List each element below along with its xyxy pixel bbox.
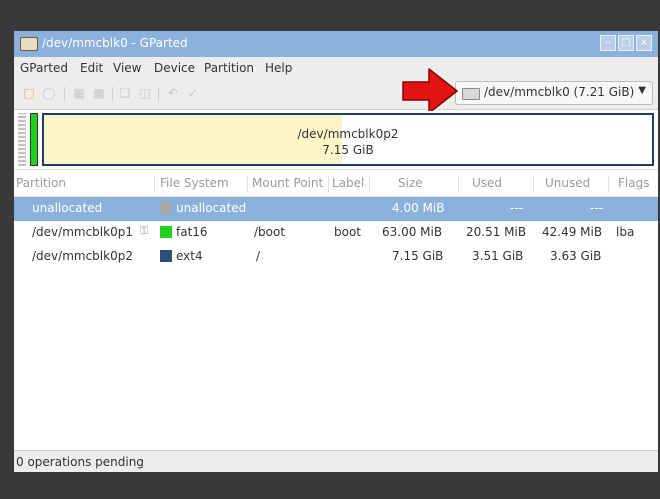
status-bar: 0 operations pending (14, 450, 658, 472)
resize-icon[interactable]: ▩ (92, 86, 106, 100)
cell-label: boot (334, 225, 362, 239)
column-header-mount-point[interactable]: Mount Point (252, 176, 323, 190)
red-arrow-annotation (402, 68, 458, 114)
column-header-partition[interactable]: Partition (16, 176, 66, 190)
toolbar-separator (112, 87, 113, 101)
menu-bar: GParted Edit View Device Partition Help (14, 57, 658, 79)
maximize-button[interactable]: □ (618, 35, 634, 51)
cell-mount-point: /boot (254, 225, 286, 239)
column-header-flags[interactable]: Flags (618, 176, 649, 190)
toolbar-separator (64, 87, 65, 101)
cell-flags: lba (616, 225, 635, 239)
apply-icon[interactable]: ✓ (186, 86, 200, 100)
window-title: /dev/mmcblk0 - GParted (42, 36, 188, 50)
column-header-file-system[interactable]: File System (160, 176, 229, 190)
menu-partition[interactable]: Partition (204, 61, 254, 75)
cell-unused: --- (590, 201, 603, 215)
disk-map-unallocated[interactable] (18, 113, 26, 166)
app-icon (20, 37, 38, 51)
table-row[interactable]: unallocated unallocated 4.00 MiB --- --- (14, 197, 658, 221)
menu-help[interactable]: Help (265, 61, 292, 75)
device-selector[interactable]: /dev/mmcblk0 (7.21 GiB) ▼ (455, 81, 653, 105)
toolbar-separator (158, 87, 159, 101)
column-separator (328, 176, 329, 192)
menu-edit[interactable]: Edit (80, 61, 103, 75)
device-selector-label: /dev/mmcblk0 (7.21 GiB) (484, 85, 635, 99)
column-separator (533, 176, 534, 192)
column-separator (369, 176, 370, 192)
cell-file-system: unallocated (176, 201, 247, 215)
title-bar[interactable]: /dev/mmcblk0 - GParted – □ × (14, 31, 658, 57)
column-separator (458, 176, 459, 192)
disk-map-partition-name: /dev/mmcblk0p2 (297, 127, 399, 141)
column-header-label[interactable]: Label (332, 176, 364, 190)
disk-map-partition-p2[interactable]: /dev/mmcblk0p2 7.15 GiB (42, 113, 654, 166)
column-header-size[interactable]: Size (398, 176, 423, 190)
gparted-window: /dev/mmcblk0 - GParted – □ × GParted Edi… (14, 31, 658, 472)
menu-gparted[interactable]: GParted (20, 61, 68, 75)
cell-size: 4.00 MiB (392, 201, 445, 215)
column-header-unused[interactable]: Unused (545, 176, 590, 190)
cell-used: --- (510, 201, 523, 215)
undo-icon[interactable]: ↶ (166, 86, 180, 100)
cell-unused: 3.63 GiB (550, 249, 602, 263)
disk-map-partition-size: 7.15 GiB (322, 143, 374, 157)
menu-view[interactable]: View (113, 61, 141, 75)
paste-icon[interactable]: ◫ (138, 86, 152, 100)
table-row[interactable]: /dev/mmcblk0p1 ⚿ fat16 /boot boot 63.00 … (14, 221, 658, 245)
disk-map-partition-p1[interactable] (30, 113, 38, 166)
cell-used: 3.51 GiB (472, 249, 524, 263)
disk-map: /dev/mmcblk0p2 7.15 GiB (14, 111, 658, 170)
close-button[interactable]: × (636, 35, 652, 51)
filesystem-color-swatch (160, 250, 172, 262)
filesystem-color-swatch (160, 226, 172, 238)
cell-partition: unallocated (32, 201, 103, 215)
minimize-button[interactable]: – (600, 35, 616, 51)
cell-file-system: ext4 (176, 249, 203, 263)
cell-file-system: fat16 (176, 225, 208, 239)
cell-unused: 42.49 MiB (542, 225, 603, 239)
cell-partition: /dev/mmcblk0p1 (32, 225, 133, 239)
cell-size: 7.15 GiB (392, 249, 444, 263)
delete-icon[interactable]: ▦ (72, 86, 86, 100)
column-header-used[interactable]: Used (472, 176, 502, 190)
key-icon: ⚿ (140, 224, 149, 237)
disk-icon (462, 88, 480, 100)
refresh-icon[interactable]: ◯ (42, 86, 56, 100)
column-separator (154, 176, 155, 192)
cell-used: 20.51 MiB (466, 225, 527, 239)
column-separator (247, 176, 248, 192)
status-text: 0 operations pending (16, 455, 144, 469)
table-row[interactable]: /dev/mmcblk0p2 ext4 / 7.15 GiB 3.51 GiB … (14, 245, 658, 269)
partition-table-header: Partition File System Mount Point Label … (14, 172, 658, 197)
chevron-down-icon: ▼ (638, 85, 646, 96)
new-icon[interactable]: □ (22, 86, 36, 100)
cell-partition: /dev/mmcblk0p2 (32, 249, 133, 263)
column-separator (608, 176, 609, 192)
cell-size: 63.00 MiB (382, 225, 443, 239)
filesystem-color-swatch (160, 202, 172, 214)
cell-mount-point: / (256, 249, 261, 263)
menu-device[interactable]: Device (154, 61, 195, 75)
copy-icon[interactable]: ❏ (118, 86, 132, 100)
